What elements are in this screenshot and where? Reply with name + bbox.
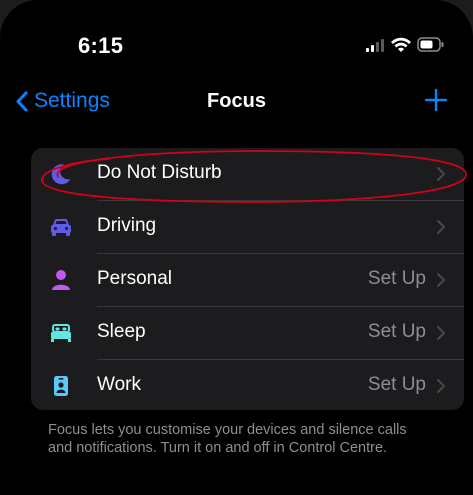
list-item-label: Driving (97, 215, 157, 236)
bed-icon (49, 321, 73, 345)
list-item-do-not-disturb[interactable]: Do Not Disturb (31, 148, 464, 200)
chevron-right-icon (437, 273, 445, 287)
list-item-work[interactable]: Work Set Up (31, 360, 464, 410)
list-item-label: Work (97, 374, 141, 395)
page-title: Focus (207, 90, 266, 112)
chevron-right-icon (437, 167, 445, 181)
list-item-detail: Set Up (367, 321, 426, 342)
list-item-label: Do Not Disturb (97, 162, 222, 183)
battery-icon (417, 37, 444, 52)
id-badge-icon (49, 374, 73, 398)
person-icon (49, 268, 73, 292)
status-icons (366, 36, 446, 54)
list-item-detail: Set Up (367, 374, 426, 395)
plus-icon (424, 88, 448, 112)
status-time: 6:15 (78, 33, 124, 58)
chevron-right-icon (437, 326, 445, 340)
focus-settings-screen: 6:15 Settings Focus Do Not Disturb Drivi… (0, 0, 473, 495)
list-item-label: Sleep (97, 321, 146, 342)
focus-list: Do Not Disturb Driving Personal Set Up S… (31, 148, 464, 410)
cellular-signal-icon (366, 39, 384, 52)
list-item-personal[interactable]: Personal Set Up (31, 254, 464, 306)
list-item-detail: Set Up (367, 268, 426, 289)
add-focus-button[interactable] (424, 88, 448, 112)
car-icon (49, 215, 73, 239)
list-item-label: Personal (97, 268, 172, 289)
moon-icon (49, 162, 73, 186)
wifi-icon (391, 37, 411, 52)
list-item-driving[interactable]: Driving (31, 201, 464, 253)
chevron-right-icon (437, 379, 445, 393)
focus-description: Focus lets you customise your devices an… (48, 422, 407, 456)
list-item-sleep[interactable]: Sleep Set Up (31, 307, 464, 359)
chevron-right-icon (437, 220, 445, 234)
